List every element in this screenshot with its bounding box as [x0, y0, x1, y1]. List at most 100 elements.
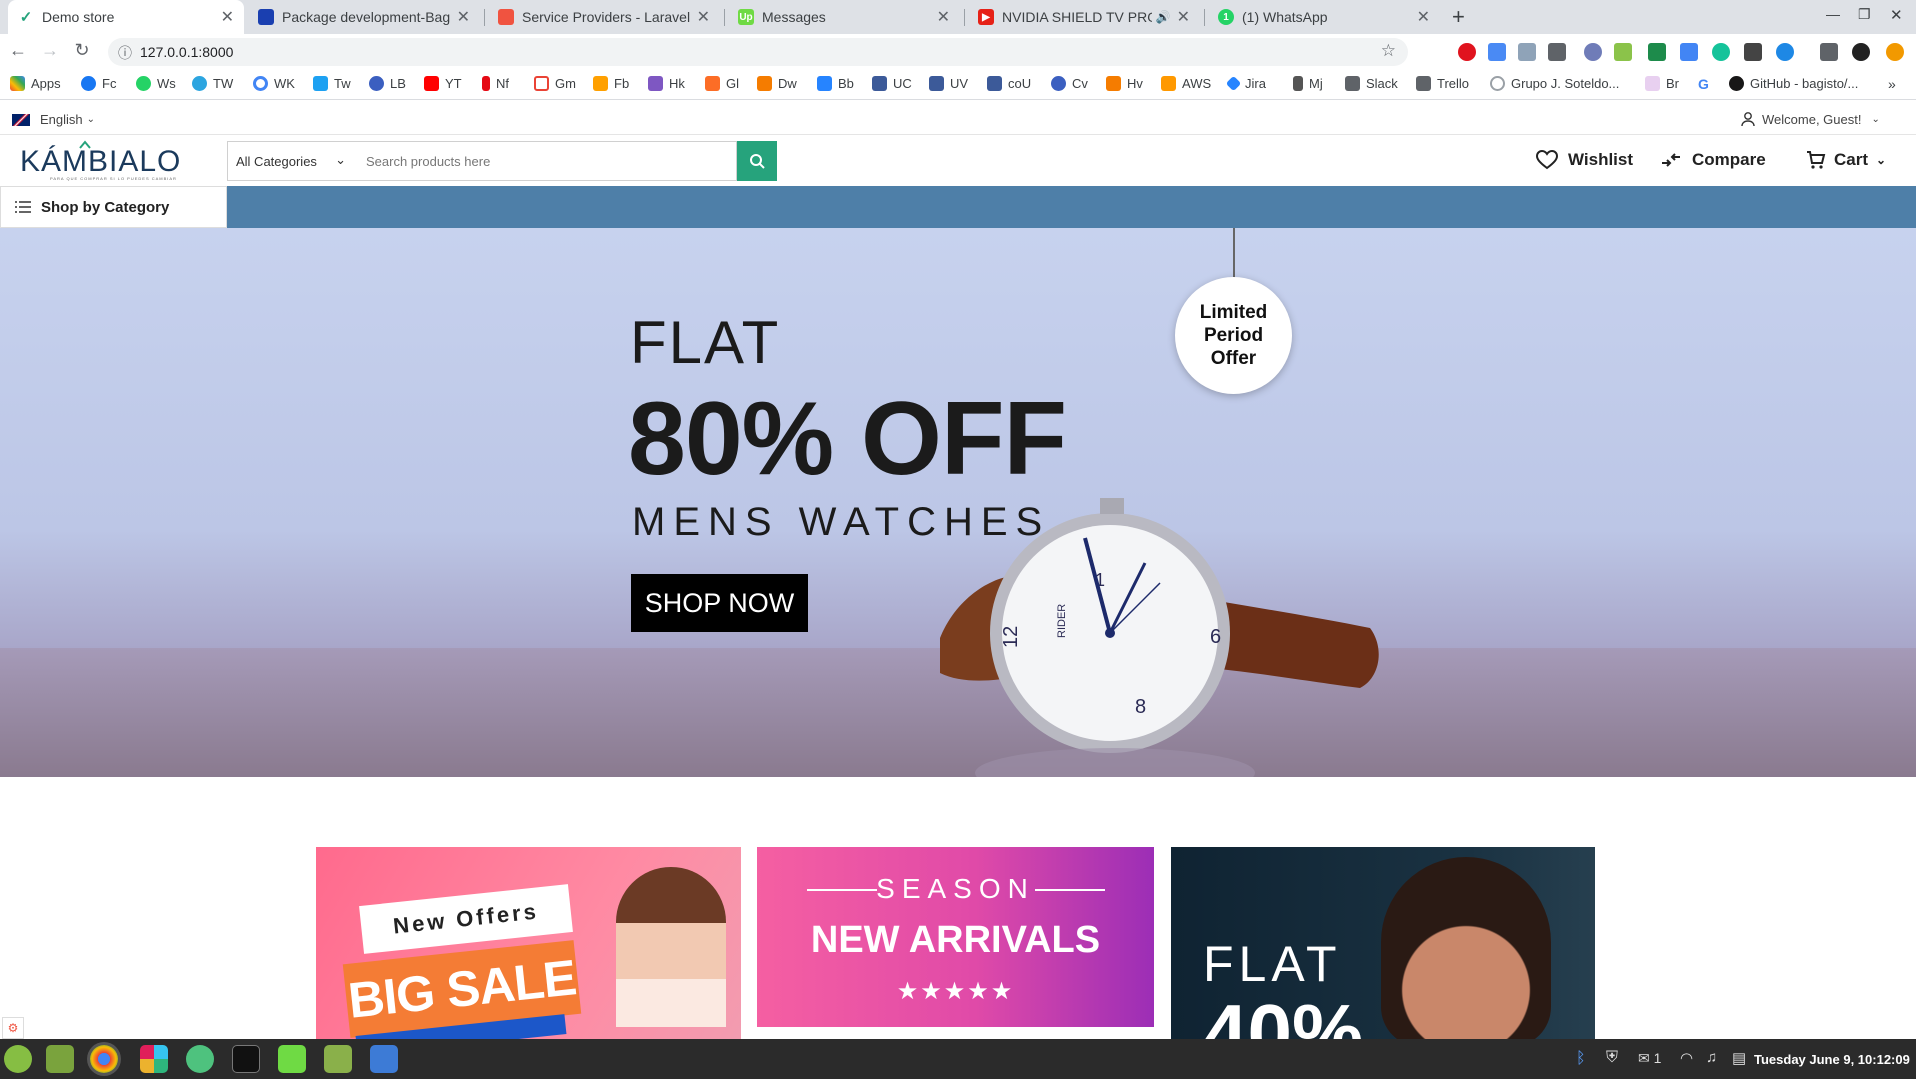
- forward-icon[interactable]: →: [38, 40, 62, 61]
- bookmark-trello[interactable]: Trello: [1416, 76, 1469, 91]
- media-icon[interactable]: [1820, 43, 1838, 61]
- bookmark-apps[interactable]: Apps: [10, 76, 61, 91]
- bookmark-slack[interactable]: Slack: [1345, 76, 1398, 91]
- screenshot-icon[interactable]: [370, 1045, 398, 1073]
- search-button[interactable]: [737, 141, 777, 181]
- svg-text:PARA QUE COMPRAR SI LO PUEDES: PARA QUE COMPRAR SI LO PUEDES CAMBIAR: [50, 176, 177, 181]
- bookmark-uc[interactable]: UC: [872, 76, 912, 91]
- vue-icon[interactable]: [1648, 43, 1666, 61]
- bookmark-fc[interactable]: Fc: [81, 76, 116, 91]
- close-icon[interactable]: ✕: [937, 7, 950, 27]
- promo-flat-40[interactable]: FLAT 40%: [1171, 847, 1595, 1039]
- upwork-icon[interactable]: [278, 1045, 306, 1073]
- bookmark-nf[interactable]: Nf: [482, 76, 509, 91]
- terminal-icon[interactable]: [232, 1045, 260, 1073]
- minimize-icon[interactable]: —: [1826, 6, 1840, 22]
- window-close-icon[interactable]: ✕: [1890, 6, 1903, 24]
- bookmark-cv[interactable]: Cv: [1051, 76, 1088, 91]
- avatar[interactable]: [1852, 43, 1870, 61]
- star-icon[interactable]: ☆: [1381, 41, 1396, 61]
- cart-link[interactable]: Cart ⌄: [1806, 150, 1886, 170]
- update-icon[interactable]: [1886, 43, 1904, 61]
- code-icon[interactable]: [1548, 43, 1566, 61]
- bookmark-jira[interactable]: Jira: [1225, 75, 1266, 92]
- clipboard-icon[interactable]: ▤: [1732, 1049, 1746, 1067]
- pen-icon[interactable]: [1680, 43, 1698, 61]
- more-bookmarks-icon[interactable]: »: [1888, 76, 1896, 92]
- bookmark-mj[interactable]: Mj: [1293, 76, 1323, 91]
- bookmark-wk[interactable]: WK: [253, 76, 295, 91]
- bookmark-uv[interactable]: UV: [929, 76, 968, 91]
- bookmark-aws[interactable]: AWS: [1161, 76, 1211, 91]
- bookmark-github[interactable]: GitHub - bagisto/...: [1729, 76, 1858, 91]
- promo-big-sale[interactable]: New Offers BIG SALE: [316, 847, 741, 1039]
- speaker-icon[interactable]: 🔊: [1156, 10, 1171, 24]
- search-input[interactable]: Search products here: [356, 141, 737, 181]
- language-selector[interactable]: English ⌄: [12, 112, 95, 127]
- close-icon[interactable]: ✕: [697, 7, 710, 27]
- bookmark-cou[interactable]: coU: [987, 76, 1031, 91]
- chrome-icon[interactable]: [90, 1045, 118, 1073]
- tab-service-providers[interactable]: Service Providers - Laravel - Th ✕: [488, 0, 720, 34]
- music-icon[interactable]: ♫: [1706, 1049, 1717, 1066]
- shop-now-button[interactable]: SHOP NOW: [631, 574, 808, 632]
- shield-icon[interactable]: ⛨: [1606, 1049, 1618, 1067]
- bookmark-br[interactable]: Br: [1645, 76, 1679, 91]
- bookmark-tw[interactable]: TW: [192, 76, 233, 91]
- wishlist-link[interactable]: Wishlist: [1536, 150, 1633, 170]
- extension-icon[interactable]: [1584, 43, 1602, 61]
- tab-nvidia-shield[interactable]: ▶ NVIDIA SHIELD TV PRO 🔊 ✕: [968, 0, 1200, 34]
- pip-icon[interactable]: [1744, 43, 1762, 61]
- bookmark-gl[interactable]: Gl: [705, 76, 739, 91]
- close-icon[interactable]: ✕: [221, 7, 234, 27]
- compare-link[interactable]: Compare: [1660, 150, 1766, 170]
- bookmark-fb[interactable]: Fb: [593, 76, 629, 91]
- notification-icon[interactable]: ✉ 1: [1638, 1050, 1661, 1067]
- debugbar-icon[interactable]: ⚙: [2, 1017, 24, 1039]
- bookmark-bb[interactable]: Bb: [817, 76, 854, 91]
- bookmark-yt[interactable]: YT: [424, 76, 462, 91]
- tab-package-development[interactable]: Package development-Bagisto ✕: [248, 0, 480, 34]
- back-icon[interactable]: ←: [6, 40, 30, 61]
- bookmark-hk[interactable]: Hk: [648, 76, 685, 91]
- show-desktop-icon[interactable]: [46, 1045, 74, 1073]
- opera-icon[interactable]: [1458, 43, 1476, 61]
- close-icon[interactable]: ✕: [1177, 7, 1190, 27]
- mint-menu-icon[interactable]: [4, 1045, 32, 1073]
- download-icon[interactable]: [1518, 43, 1536, 61]
- bookmark-dw[interactable]: Dw: [757, 76, 797, 91]
- slack-icon[interactable]: [140, 1045, 168, 1073]
- shop-by-category-button[interactable]: Shop by Category: [0, 186, 227, 228]
- new-tab-icon[interactable]: +: [1452, 4, 1465, 30]
- category-select[interactable]: All Categories ⌄: [227, 141, 357, 181]
- bookmark-twitter[interactable]: Tw: [313, 76, 351, 91]
- account-menu[interactable]: Welcome, Guest! ⌄: [1740, 111, 1880, 127]
- reload-icon[interactable]: ↻: [70, 40, 94, 61]
- files-icon[interactable]: [324, 1045, 352, 1073]
- wifi-icon[interactable]: ◠: [1680, 1049, 1693, 1067]
- translate-icon[interactable]: [1488, 43, 1506, 61]
- puzzle-icon[interactable]: [1614, 43, 1632, 61]
- atom-icon[interactable]: [186, 1045, 214, 1073]
- close-icon[interactable]: ✕: [457, 7, 470, 27]
- bookmark-lb[interactable]: LB: [369, 76, 406, 91]
- info-icon[interactable]: ⓘ: [118, 43, 132, 63]
- bluetooth-icon[interactable]: ᛒ: [1576, 1050, 1586, 1068]
- close-icon[interactable]: ✕: [1417, 7, 1430, 27]
- bookmark-gm[interactable]: Gm: [534, 76, 576, 91]
- bookmark-hv[interactable]: Hv: [1106, 76, 1143, 91]
- store-logo[interactable]: KÁMBIALO PARA QUE COMPRAR SI LO PUEDES C…: [20, 140, 198, 182]
- loop-icon[interactable]: [1776, 43, 1794, 61]
- clock[interactable]: Tuesday June 9, 10:12:09: [1754, 1052, 1910, 1067]
- bookmark-google[interactable]: G: [1698, 76, 1709, 92]
- tab-whatsapp[interactable]: 1 (1) WhatsApp ✕: [1208, 0, 1440, 34]
- tab-demo-store[interactable]: ✓ Demo store ✕: [8, 0, 244, 34]
- bookmark-ws[interactable]: Ws: [136, 76, 176, 91]
- hero-banner[interactable]: 12 1 6 8 RIDER Limited Period Offer FLAT…: [0, 228, 1916, 777]
- promo-new-arrivals[interactable]: SEASON NEW ARRIVALS ★★★★★: [757, 847, 1154, 1027]
- bookmark-grupo[interactable]: Grupo J. Soteldo...: [1490, 76, 1619, 91]
- grammarly-icon[interactable]: [1712, 43, 1730, 61]
- restore-icon[interactable]: ❐: [1858, 6, 1871, 23]
- address-bar[interactable]: ⓘ 127.0.0.1:8000 ☆: [108, 38, 1408, 66]
- tab-messages[interactable]: Up Messages ✕: [728, 0, 960, 34]
